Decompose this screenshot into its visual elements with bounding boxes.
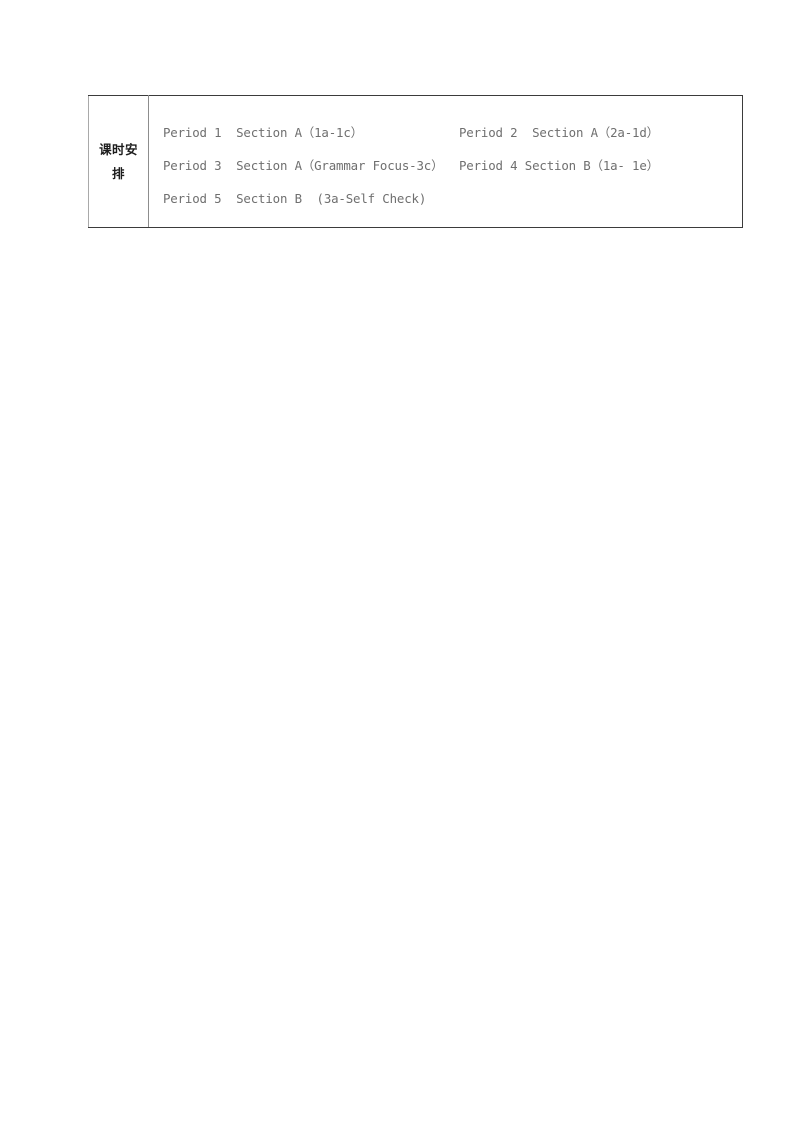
table-label-line-2: 排 bbox=[112, 165, 125, 181]
document-page: 课时安 排 Period 1 Section A（1a-1c） Period 2… bbox=[0, 0, 800, 1132]
schedule-list: Period 1 Section A（1a-1c） Period 2 Secti… bbox=[149, 97, 742, 227]
schedule-line-2: Period 3 Section A（Grammar Focus-3c） Per… bbox=[149, 157, 742, 175]
schedule-entry-period-2: Period 2 Section A（2a-1d） bbox=[459, 124, 659, 140]
table-label-line-1: 课时安 bbox=[99, 142, 138, 158]
table-label-cell: 课时安 排 bbox=[88, 95, 149, 228]
table-row: 课时安 排 Period 1 Section A（1a-1c） Period 2… bbox=[88, 95, 743, 228]
schedule-entry-period-5: Period 5 Section B (3a-Self Check) bbox=[163, 190, 427, 206]
lesson-schedule-table: 课时安 排 Period 1 Section A（1a-1c） Period 2… bbox=[88, 95, 743, 228]
table-content-cell: Period 1 Section A（1a-1c） Period 2 Secti… bbox=[148, 95, 743, 228]
schedule-line-1: Period 1 Section A（1a-1c） Period 2 Secti… bbox=[149, 124, 742, 142]
schedule-entry-period-1: Period 1 Section A（1a-1c） bbox=[163, 124, 363, 140]
schedule-line-3: Period 5 Section B (3a-Self Check) bbox=[149, 190, 742, 208]
schedule-entry-period-4: Period 4 Section B（1a- 1e） bbox=[459, 157, 659, 173]
schedule-entry-period-3: Period 3 Section A（Grammar Focus-3c） bbox=[163, 157, 444, 173]
